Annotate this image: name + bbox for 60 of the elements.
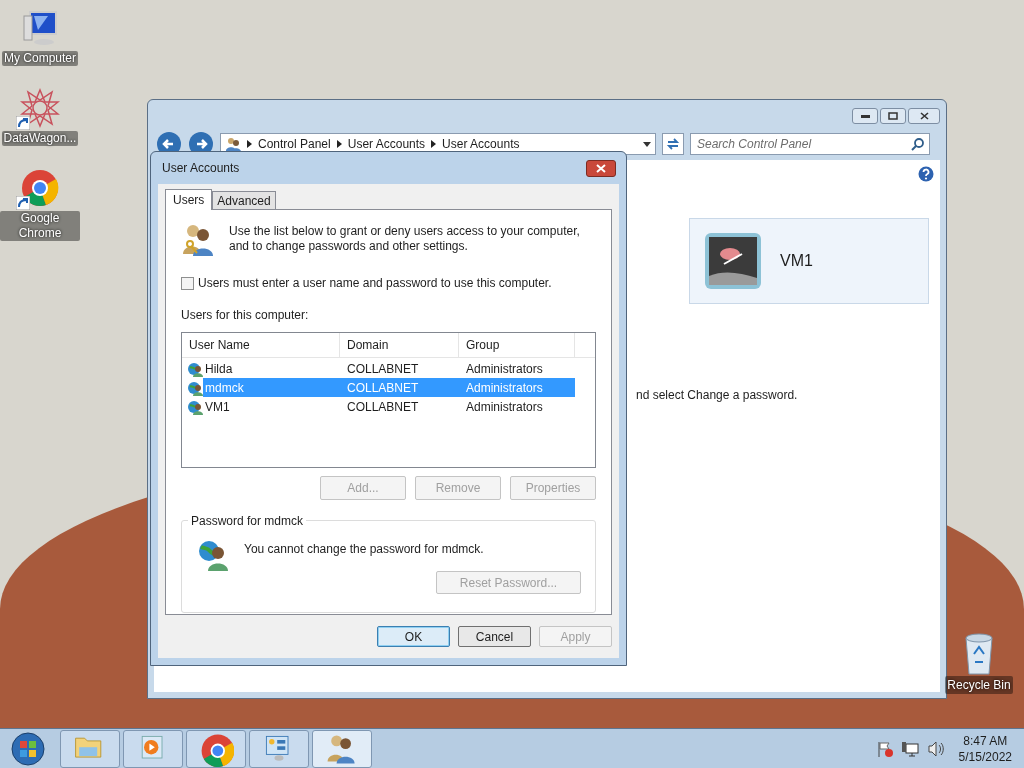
close-button[interactable]: [908, 108, 940, 124]
search-icon: [911, 138, 924, 151]
maximize-button[interactable]: [880, 108, 906, 124]
desktop-icon-label: Recycle Bin: [945, 676, 1013, 694]
checkbox[interactable]: [181, 276, 194, 290]
minimize-button[interactable]: [852, 108, 878, 124]
breadcrumb-arrow-icon: [336, 140, 342, 148]
taskbar-app-button[interactable]: [312, 729, 372, 768]
tab[interactable]: Users: [165, 189, 213, 210]
checkbox-label: Users must enter a user name and password to use this computer.: [198, 275, 552, 292]
dropdown-icon[interactable]: [643, 141, 651, 147]
list-row[interactable]: Hilda COLLABNET Administrators: [203, 359, 575, 378]
turntable-picture-icon: [704, 232, 762, 290]
close-button[interactable]: [586, 159, 616, 177]
taskbar-app-button[interactable]: [249, 729, 309, 768]
help-icon[interactable]: [918, 166, 934, 182]
user-globe-icon: [187, 379, 203, 396]
search-field[interactable]: Search Control Panel: [690, 133, 930, 155]
clock-time[interactable]: 8:47 AM: [963, 732, 1008, 749]
password-message: You cannot change the password for mdmck.: [244, 541, 484, 558]
breadcrumb-arrow-icon: [247, 140, 252, 148]
dialog-title: User Accounts: [162, 160, 240, 177]
column-header[interactable]: User Name: [182, 333, 340, 357]
dialog-button[interactable]: Cancel: [458, 626, 531, 647]
maximize-icon: [888, 112, 898, 120]
clock-date[interactable]: 5/15/2022: [958, 748, 1012, 765]
close-icon: [596, 163, 606, 173]
breadcrumb-item[interactable]: User Accounts: [442, 135, 520, 153]
refresh-button[interactable]: [662, 133, 684, 155]
desktop-icon-label: My Computer: [2, 51, 78, 66]
breadcrumb-item[interactable]: User Accounts: [347, 135, 426, 153]
intro-text: Use the list below to grant or deny users access to your computer, and to change passwords and other settings.: [229, 223, 581, 254]
users-key-icon: [181, 222, 215, 256]
minimize-icon: [860, 114, 870, 118]
network-icon[interactable]: [900, 740, 919, 757]
column-header[interactable]: Group: [459, 333, 575, 357]
list-label: Users for this computer:: [181, 307, 310, 324]
desktop-icon-label: Google Chrome: [0, 211, 80, 241]
user-globe-icon: [187, 360, 203, 377]
recycle-bin-icon[interactable]: [962, 632, 996, 676]
computer-icon[interactable]: [20, 8, 60, 48]
start-orb-icon: [11, 731, 45, 766]
user-globe-icon: [187, 398, 203, 415]
taskbar-app-button[interactable]: [186, 729, 246, 768]
breadcrumb-arrow-icon: [431, 140, 437, 148]
star-pattern-icon[interactable]: [20, 88, 60, 128]
flag-icon[interactable]: [876, 740, 893, 757]
browser-icon[interactable]: [20, 168, 60, 208]
tab[interactable]: Advanced: [212, 191, 276, 209]
instruction-text: nd select Change a password.: [636, 387, 798, 404]
refresh-icon: [666, 138, 680, 150]
list-row[interactable]: VM1 COLLABNET Administrators: [203, 397, 575, 416]
close-icon: [919, 112, 929, 120]
dialog-button[interactable]: OK: [377, 626, 450, 647]
users-icon: [225, 136, 241, 152]
breadcrumb-item[interactable]: Control Panel: [258, 135, 331, 153]
desktop-icon-label: DataWagon...: [1, 131, 79, 146]
account-name: VM1: [780, 251, 813, 271]
speaker-icon[interactable]: [926, 740, 945, 757]
column-header[interactable]: Domain: [340, 333, 459, 357]
